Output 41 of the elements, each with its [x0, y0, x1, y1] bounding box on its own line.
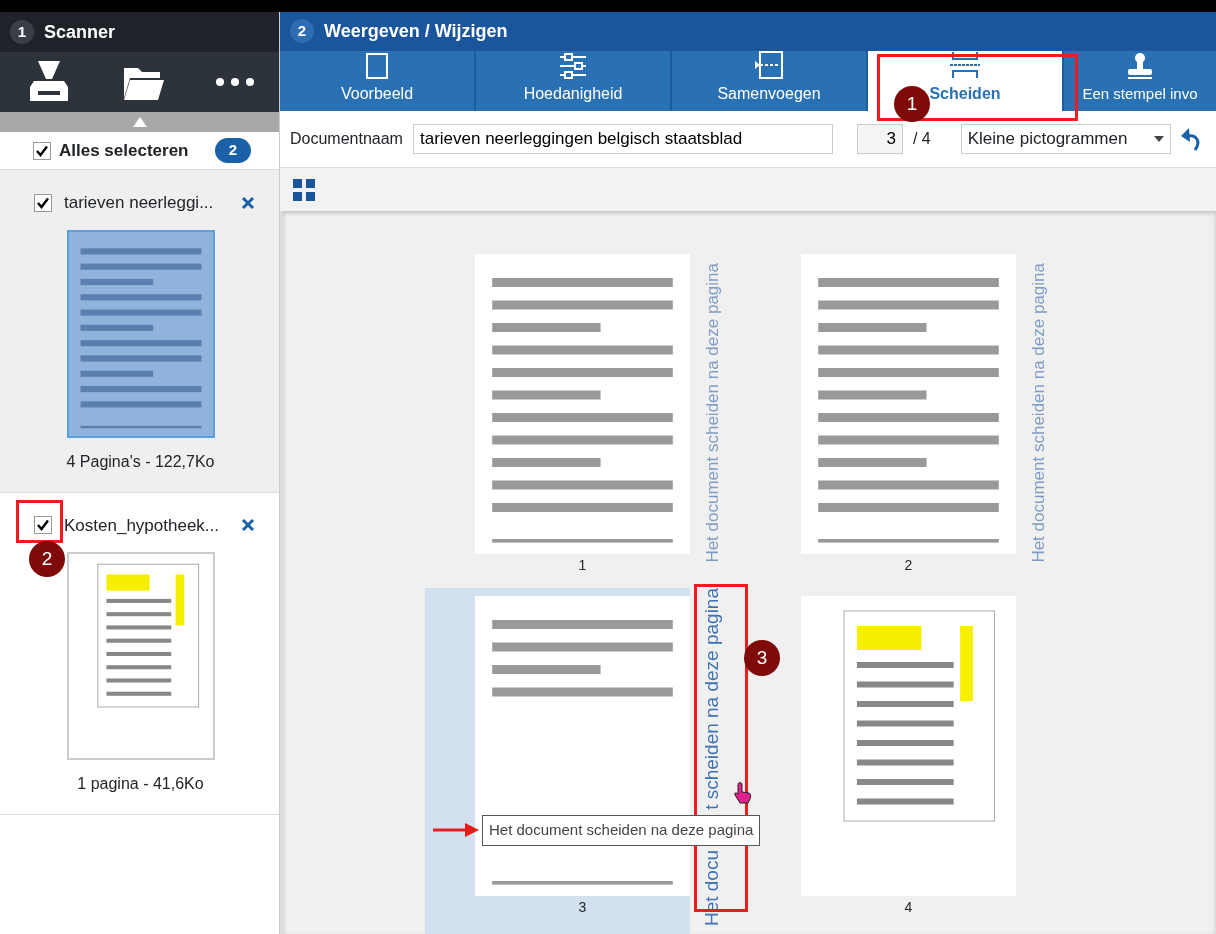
- caret-icon: [1153, 136, 1164, 143]
- merge-icon: [754, 50, 784, 79]
- checkbox[interactable]: [33, 141, 51, 160]
- page-number: 3: [578, 898, 587, 918]
- step-number: 2: [290, 19, 314, 44]
- page-tile[interactable]: 2: [801, 246, 1016, 581]
- count-badge: 2: [214, 138, 251, 163]
- field-label: Documentnaam: [290, 129, 403, 150]
- page-number-field[interactable]: 3: [856, 124, 903, 155]
- select-all-label[interactable]: Alles selecteren: [59, 137, 189, 164]
- checkbox[interactable]: [34, 516, 52, 535]
- panel-title: Scanner: [44, 20, 116, 44]
- document-name-field[interactable]: tarieven neerleggingen belgisch staatsblad: [412, 124, 833, 155]
- view-mode-dropdown[interactable]: Kleine pictogrammen: [960, 124, 1171, 155]
- grid-view-icon[interactable]: [292, 177, 316, 202]
- page-tile[interactable]: 4: [801, 588, 1016, 934]
- page-tile[interactable]: 1: [475, 246, 690, 581]
- tooltip: Het document scheiden na deze pagina: [482, 815, 761, 846]
- page-number: 4: [904, 898, 913, 918]
- document-name: tarieven neerleggi...: [64, 192, 215, 214]
- page-number: 1: [578, 556, 587, 576]
- arrow-icon: [433, 823, 479, 838]
- checkbox[interactable]: [34, 193, 52, 212]
- step-number: 1: [10, 20, 34, 44]
- more-icon[interactable]: [214, 77, 255, 87]
- hand-cursor-icon: [734, 782, 752, 804]
- document-item[interactable]: tarieven neerleggi... 4 Pagina's - 122,7Ko: [0, 170, 279, 493]
- panel-title: Weergeven / Wijzigen: [324, 19, 508, 43]
- sliders-icon: [559, 52, 587, 79]
- page-total: / 4: [912, 129, 931, 150]
- page-number: 2: [904, 556, 913, 576]
- document-name: Kosten_hypotheek...: [64, 514, 220, 537]
- undo-icon[interactable]: [1180, 126, 1201, 153]
- close-icon[interactable]: [241, 195, 255, 210]
- split-here-link[interactable]: t scheiden na deze pagina: [698, 588, 727, 810]
- document-info: 1 pagina - 41,6Ko: [77, 774, 204, 794]
- page-icon: [366, 52, 388, 79]
- stamp-icon: [1126, 52, 1154, 81]
- document-info: 4 Pagina's - 122,7Ko: [66, 451, 215, 472]
- close-icon[interactable]: [241, 518, 255, 533]
- split-icon: [949, 50, 981, 79]
